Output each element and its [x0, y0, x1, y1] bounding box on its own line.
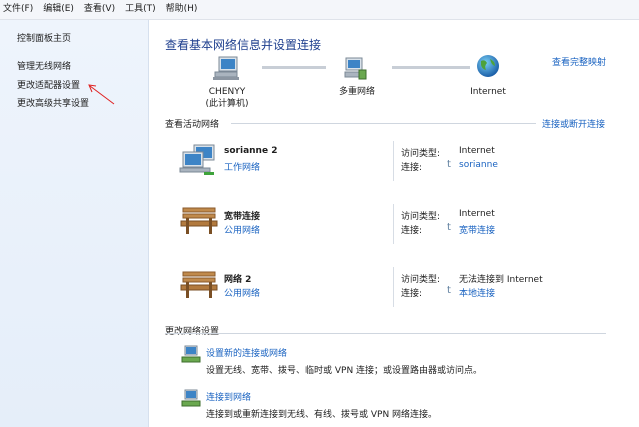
globe-icon	[475, 53, 501, 82]
network-2-divider	[393, 204, 394, 244]
sidebar-item-advanced-sharing[interactable]: 更改高级共享设置	[17, 96, 89, 109]
network-1-access-value: Internet	[459, 146, 495, 156]
network-2-connection-label: 连接:	[401, 226, 423, 236]
computer-subtitle: (此计算机)	[205, 99, 249, 109]
network-3-access-label: 访问类型:	[401, 275, 441, 285]
connect-to-network-link[interactable]: 连接到网络	[206, 390, 251, 403]
view-full-map-link[interactable]: 查看完整映射	[552, 55, 606, 68]
map-line-right	[392, 66, 470, 69]
active-networks-title: 查看活动网络	[165, 120, 220, 130]
menu-file[interactable]: 文件(F)	[0, 0, 38, 19]
connect-to-network-desc: 连接到或重新连接到无线、有线、拨号或 VPN 网络连接。	[206, 410, 438, 420]
network-3-connection-link[interactable]: 本地连接	[459, 286, 495, 299]
ethernet-icon: 𝗍	[447, 285, 451, 296]
dialup-icon: 𝗍	[447, 222, 451, 233]
menu-tools[interactable]: 工具(T)	[120, 0, 161, 19]
sidebar-item-control-panel-home[interactable]: 控制面板主页	[17, 31, 71, 44]
connect-network-icon	[180, 389, 202, 412]
network-2-access-label: 访问类型:	[401, 212, 441, 222]
network-computers-icon	[178, 144, 218, 179]
page-title: 查看基本网络信息并设置连接	[165, 38, 322, 52]
wireless-signal-icon: 𝗍	[447, 159, 451, 170]
network-1-divider	[393, 141, 394, 181]
connect-disconnect-link[interactable]: 连接或断开连接	[542, 117, 605, 130]
network-3-divider	[393, 267, 394, 307]
sidebar-item-change-adapter[interactable]: 更改适配器设置	[17, 78, 80, 91]
new-connection-icon	[180, 345, 202, 368]
network-1-name: sorianne 2	[224, 146, 278, 156]
menu-view[interactable]: 查看(V)	[79, 0, 120, 19]
network-2-type-link[interactable]: 公用网络	[224, 223, 260, 236]
network-1-access-label: 访问类型:	[401, 149, 441, 159]
network-1-type-link[interactable]: 工作网络	[224, 160, 260, 173]
network-3-name: 网络 2	[224, 275, 252, 285]
menu-edit[interactable]: 编辑(E)	[38, 0, 79, 19]
main-panel: 查看基本网络信息并设置连接 查看完整映射 CHENYY (此计算机) 多重网络 …	[149, 20, 639, 427]
bench-icon	[180, 206, 218, 239]
menu-help[interactable]: 帮助(H)	[161, 0, 203, 19]
multiple-networks-label: 多重网络	[338, 87, 375, 97]
bench-icon	[180, 270, 218, 303]
map-line-left	[262, 66, 326, 69]
network-3-access-value: 无法连接到 Internet	[459, 275, 543, 285]
computer-name: CHENYY	[208, 87, 246, 97]
sidebar: 控制面板主页 管理无线网络 更改适配器设置 更改高级共享设置	[0, 20, 149, 427]
multiple-networks-icon	[344, 56, 368, 85]
network-1-connection-link[interactable]: sorianne	[459, 160, 498, 170]
network-3-connection-label: 连接:	[401, 289, 423, 299]
sidebar-item-manage-wireless[interactable]: 管理无线网络	[17, 59, 71, 72]
network-2-name: 宽带连接	[224, 212, 261, 222]
network-2-connection-link[interactable]: 宽带连接	[459, 223, 495, 236]
internet-label: Internet	[470, 87, 506, 97]
annotation-arrow	[88, 84, 115, 105]
setup-connection-link[interactable]: 设置新的连接或网络	[206, 346, 287, 359]
change-settings-title: 更改网络设置	[165, 327, 220, 337]
network-3-type-link[interactable]: 公用网络	[224, 286, 260, 299]
active-networks-divider	[231, 123, 536, 124]
setup-connection-desc: 设置无线、宽带、拨号、临时或 VPN 连接；或设置路由器或访问点。	[206, 366, 483, 376]
change-settings-divider	[165, 333, 606, 334]
computer-icon	[212, 55, 242, 84]
menu-bar: 文件(F) 编辑(E) 查看(V) 工具(T) 帮助(H)	[0, 0, 639, 20]
network-1-connection-label: 连接:	[401, 163, 423, 173]
network-2-access-value: Internet	[459, 209, 495, 219]
